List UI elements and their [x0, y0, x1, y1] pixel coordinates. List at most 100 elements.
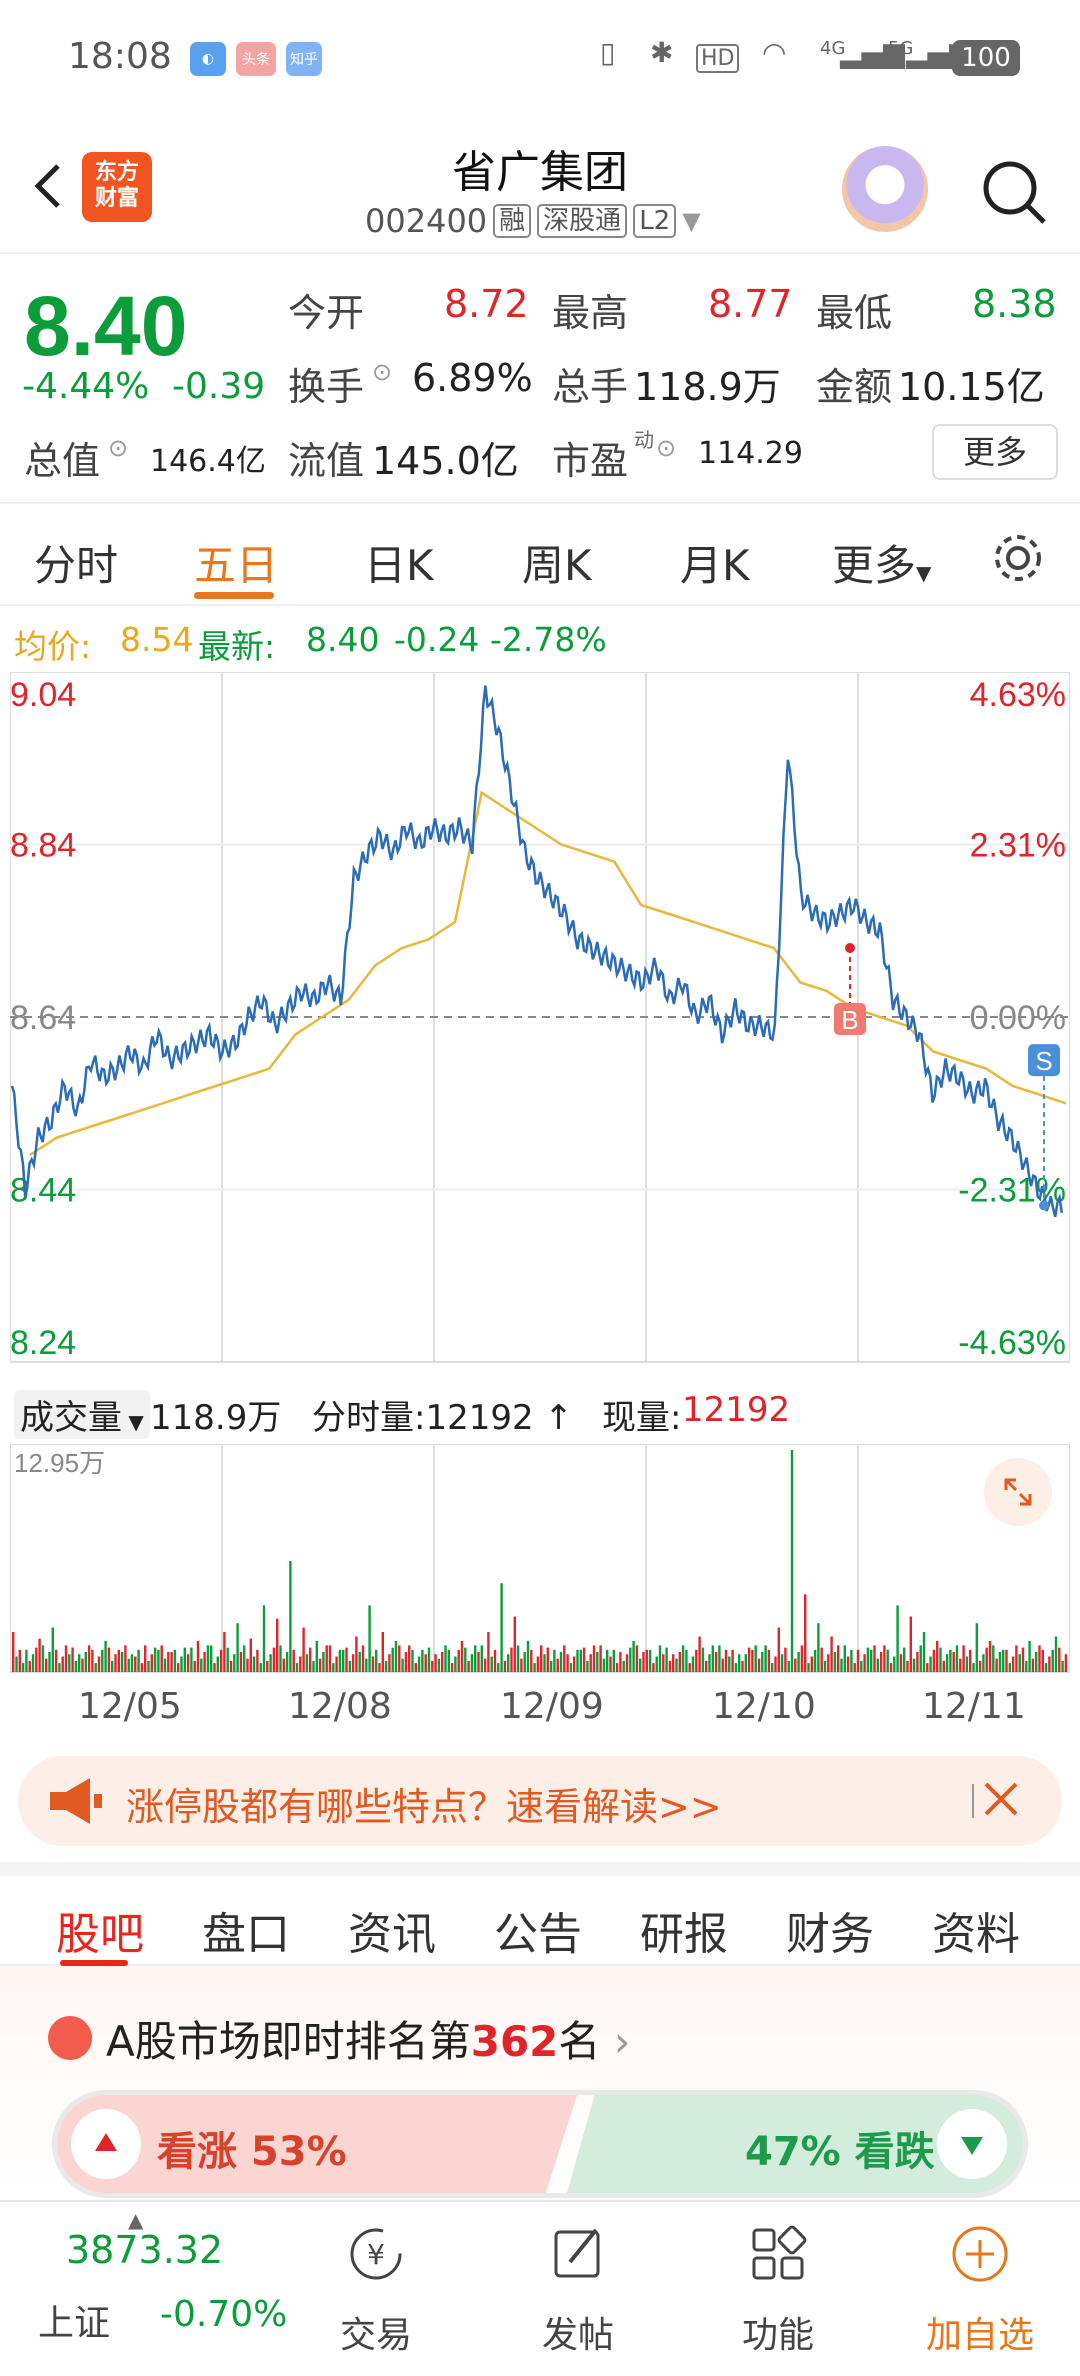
volume-bar — [457, 1649, 460, 1672]
vote-down-button[interactable] — [937, 2109, 1007, 2179]
tab-weekly-k[interactable]: 周K — [522, 532, 592, 593]
tab-daily-k[interactable]: 日K — [364, 532, 434, 593]
tab-more[interactable]: 更多▼ — [832, 532, 931, 593]
high-label: 最高 — [552, 291, 629, 335]
volume-chart-svg: 12.95万 — [9, 1443, 1071, 1673]
volume-bar — [625, 1654, 629, 1672]
volume-bar — [325, 1645, 328, 1672]
volume-bar — [820, 1647, 823, 1672]
volume-bar — [761, 1652, 764, 1672]
volume-bar — [345, 1647, 348, 1672]
volume-bar — [190, 1647, 193, 1672]
nav-post[interactable]: 发帖 — [508, 2202, 648, 2376]
assistant-robot-icon[interactable] — [842, 146, 928, 232]
volume-bar — [810, 1656, 813, 1672]
volume-bar — [741, 1660, 744, 1672]
info-icon[interactable]: ⊙ — [656, 434, 676, 462]
volume-indicator-select[interactable]: 成交量 ▼ — [14, 1390, 150, 1439]
rank-number: 362 — [470, 2017, 559, 2066]
volume-bar — [21, 1663, 25, 1672]
close-icon[interactable] — [978, 1776, 1024, 1822]
five-day-chart[interactable]: 9.04 4.63% 8.84 2.31% 8.64 0.00% 8.44 -2.31% 8.2… — [10, 672, 1070, 1380]
volume-bar — [665, 1647, 668, 1672]
index-quote[interactable]: ▲ 3873.32 上证 -0.70% — [0, 2202, 290, 2376]
volume-bar — [602, 1658, 606, 1672]
latest-label: 最新: — [198, 627, 276, 666]
volume-bar — [272, 1647, 276, 1672]
volume-bar — [256, 1649, 259, 1672]
volume-bar — [447, 1649, 450, 1672]
volume-bar — [959, 1658, 962, 1672]
volume-bar — [454, 1656, 457, 1672]
volume-bar — [510, 1647, 513, 1672]
date-label: 12/11 — [922, 1686, 1026, 1727]
stock-code-row[interactable]: 002400 融 深股通 L2 ▼ — [365, 202, 701, 240]
nav-add-watchlist[interactable]: 加自选 — [910, 2202, 1050, 2376]
volume-bar — [460, 1640, 464, 1672]
volume-bar — [411, 1649, 414, 1672]
nav-functions[interactable]: 功能 — [708, 2202, 848, 2376]
volume-bar — [78, 1654, 81, 1672]
volume-bar — [196, 1640, 200, 1672]
section-tabs: 股吧 盘口 资讯 公告 研报 财务 资料 — [0, 1862, 1080, 1966]
volume-bar — [497, 1663, 500, 1672]
volume-bar — [582, 1647, 586, 1672]
tab-orderbook[interactable]: 盘口 — [202, 1898, 290, 1962]
vote-up-button[interactable] — [71, 2109, 141, 2179]
tab-research[interactable]: 研报 — [640, 1898, 728, 1962]
volume-bar — [160, 1645, 163, 1672]
volume-bar — [381, 1632, 384, 1672]
volume-bar — [170, 1652, 173, 1672]
volume-bar — [648, 1649, 652, 1672]
volume-bar — [1002, 1649, 1005, 1672]
search-icon[interactable] — [978, 156, 1050, 228]
info-icon[interactable]: ⊙ — [108, 434, 128, 462]
info-icon[interactable]: ⊙ — [372, 358, 392, 386]
volume-bar — [589, 1654, 592, 1672]
buy-marker-dot — [845, 943, 855, 953]
volume-bar — [470, 1654, 474, 1672]
volume-bar — [566, 1654, 569, 1672]
more-button[interactable]: 更多 — [932, 424, 1058, 480]
tab-intraday[interactable]: 分时 — [34, 532, 118, 593]
nav-trade[interactable]: ¥ 交易 — [306, 2202, 446, 2376]
volume-bar — [681, 1645, 685, 1672]
gear-icon[interactable] — [990, 530, 1046, 586]
market-rank-panel: A股市场即时排名第362名 › 看涨 53% 47% 看跌 — [0, 1966, 1080, 2198]
tab-monthly-k[interactable]: 月K — [680, 532, 750, 593]
volume-bar — [153, 1647, 157, 1672]
change-pct: -4.44% — [22, 366, 150, 407]
promo-banner[interactable]: 涨停股都有哪些特点？速看解读>> — [18, 1756, 1062, 1846]
expand-icon[interactable] — [984, 1458, 1052, 1526]
volume-bar — [342, 1649, 345, 1672]
volume-bar — [655, 1656, 658, 1672]
latest-change-pct: -2.78% — [490, 620, 607, 659]
rank-text[interactable]: A股市场即时排名第362名 › — [106, 2008, 631, 2069]
volume-bar — [127, 1658, 130, 1672]
quote-panel: 8.40 -4.44% -0.39 今开 8.72 最高 8.77 最低 8.3… — [0, 254, 1080, 504]
volume-bar — [163, 1658, 167, 1672]
tab-guba[interactable]: 股吧 — [56, 1898, 144, 1962]
volume-bar — [906, 1660, 909, 1672]
volume-bar — [1005, 1649, 1008, 1672]
volume-bar — [464, 1647, 467, 1672]
volume-bar — [698, 1636, 701, 1672]
tab-announcements[interactable]: 公告 — [494, 1898, 582, 1962]
tab-financials[interactable]: 财务 — [786, 1898, 874, 1962]
volume-bar — [949, 1649, 952, 1672]
pe-value: 114.29 — [698, 436, 803, 471]
volume-bar — [213, 1663, 216, 1672]
volume-bar — [173, 1649, 177, 1672]
tab-five-day[interactable]: 五日 — [194, 532, 278, 593]
volume-bar — [556, 1658, 559, 1672]
volume-chart[interactable]: 12.95万 — [9, 1443, 1071, 1678]
tab-profile[interactable]: 资料 — [932, 1898, 1020, 1962]
volume-bar — [523, 1652, 526, 1672]
volume-bar — [962, 1645, 965, 1672]
volume-bar — [615, 1663, 619, 1672]
volume-bar — [893, 1656, 896, 1672]
edit-icon — [554, 2228, 600, 2278]
tab-news[interactable]: 资讯 — [348, 1898, 436, 1962]
tick-volume: 分时量:12192 ↑ — [312, 1398, 573, 1438]
volume-bar — [378, 1663, 381, 1672]
